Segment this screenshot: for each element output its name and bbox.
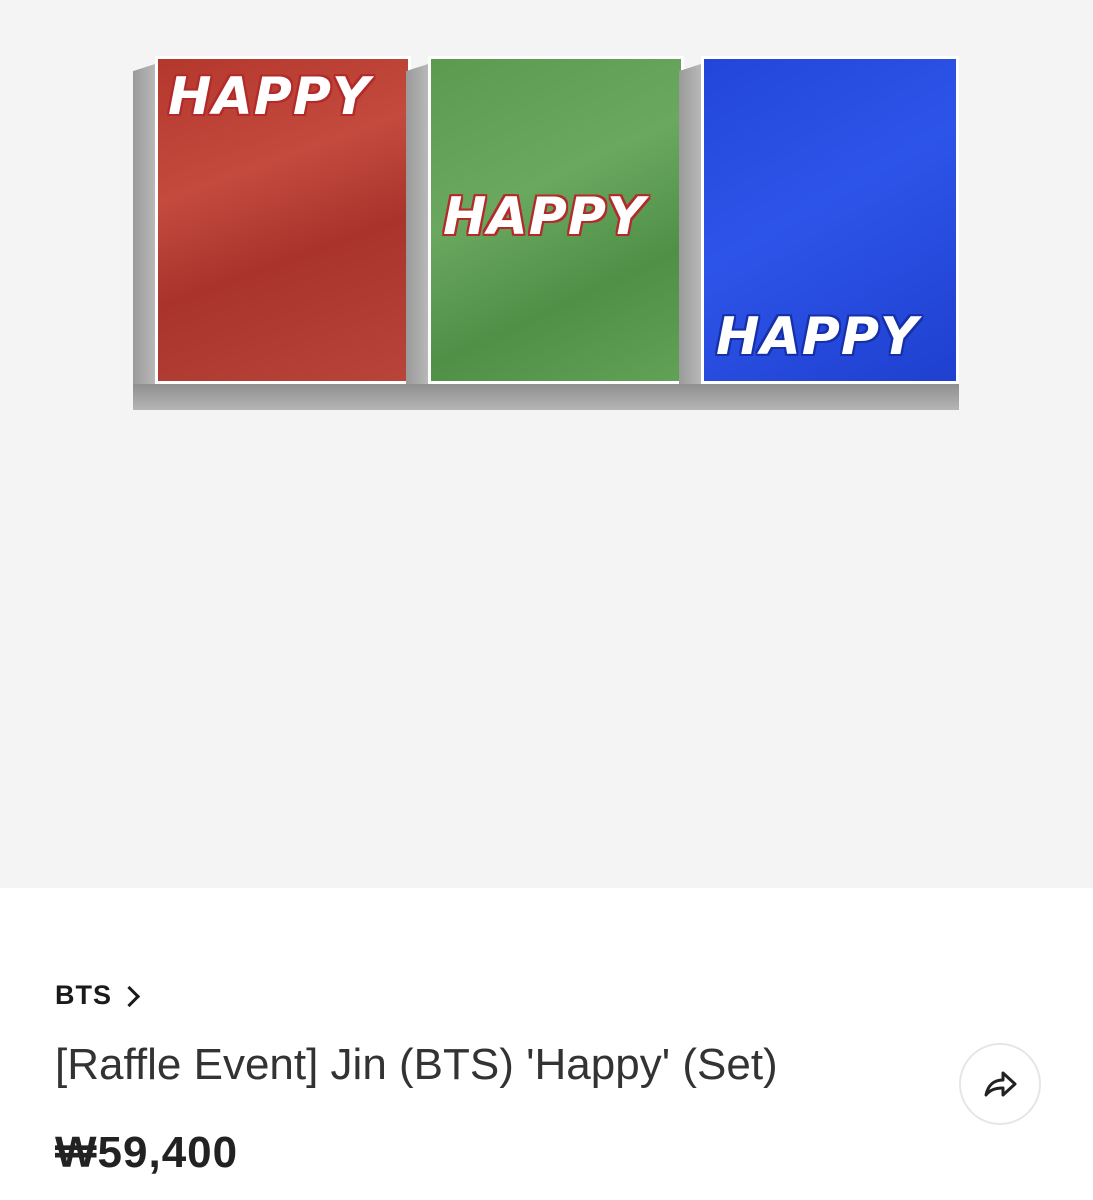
album-logo-text: HAPPY bbox=[716, 307, 919, 367]
share-icon bbox=[984, 1071, 1017, 1097]
artist-name: BTS bbox=[55, 980, 112, 1010]
album-blue-version: HAPPY bbox=[679, 56, 959, 410]
album-green-version: HAPPY bbox=[406, 56, 686, 410]
chevron-right-icon bbox=[118, 985, 141, 1007]
product-price: ₩59,400 bbox=[55, 1128, 239, 1177]
product-image-gallery[interactable]: HAPPY HAPPY HAPPY bbox=[0, 0, 1093, 888]
product-info-section: BTS [Raffle Event] Jin (BTS) 'Happy' (Se… bbox=[0, 888, 1093, 1200]
album-red-version: HAPPY bbox=[133, 56, 413, 410]
product-title: [Raffle Event] Jin (BTS) 'Happy' (Set) bbox=[55, 1040, 778, 1089]
share-button[interactable] bbox=[959, 1043, 1041, 1125]
album-set-image: HAPPY HAPPY HAPPY bbox=[130, 56, 960, 422]
album-logo-text: HAPPY bbox=[168, 67, 371, 127]
album-logo-text: HAPPY bbox=[443, 187, 646, 247]
artist-link[interactable]: BTS bbox=[55, 980, 141, 1011]
